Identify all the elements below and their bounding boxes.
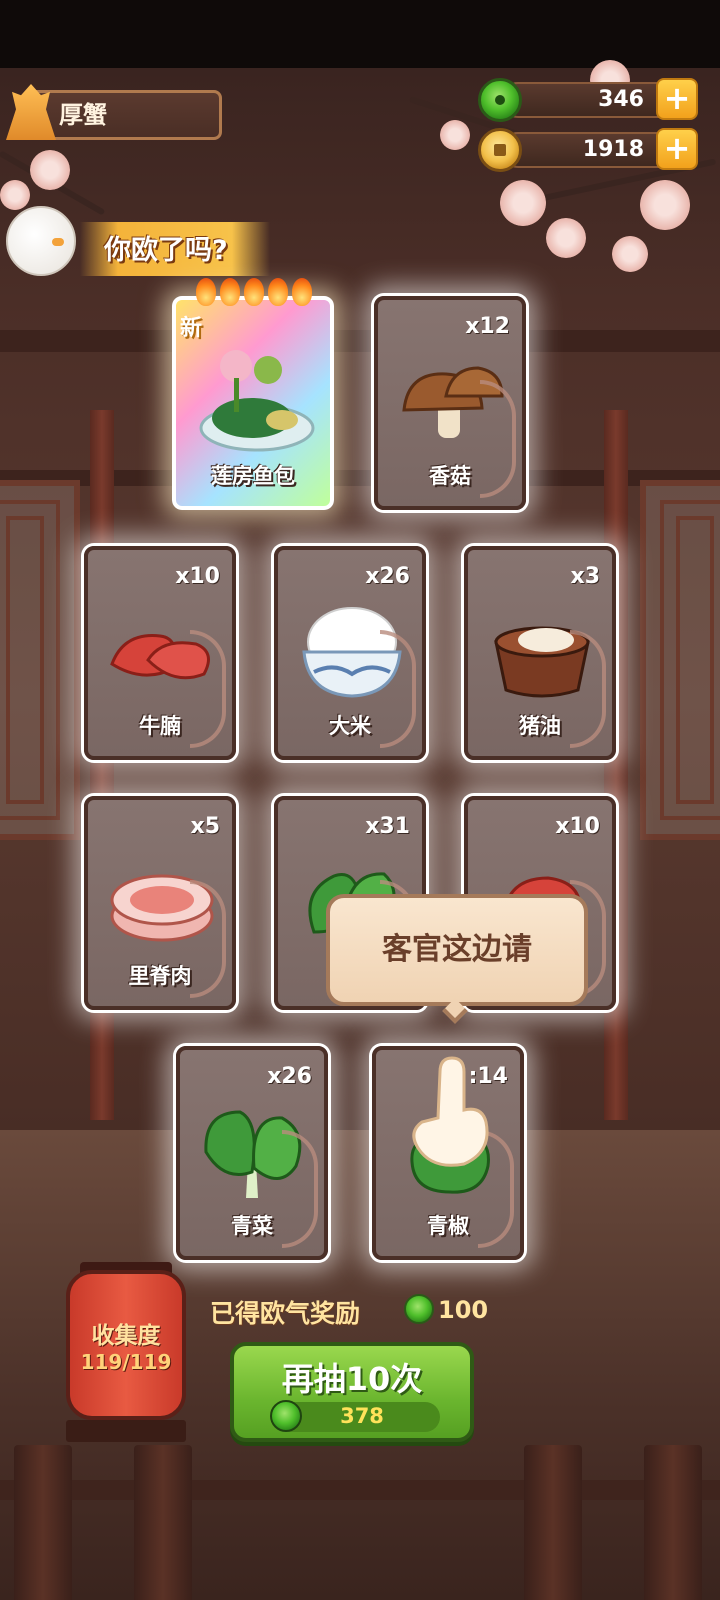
jade-icon (270, 1400, 302, 1432)
tooltip-text: 客官这边请 (382, 932, 532, 967)
card-count: x3 (570, 564, 601, 589)
new-badge: 新 (180, 316, 203, 341)
collection-title: 收集度 (91, 1323, 161, 1349)
chick-mascot-icon (6, 206, 76, 276)
card-count: x26 (267, 1064, 312, 1089)
card-beef-brisket[interactable]: x10 牛腩 (84, 546, 236, 760)
background-fence-post (524, 1445, 582, 1600)
bok-choy-icon (204, 1110, 302, 1198)
player-name-plate[interactable]: 厚蟹 (26, 90, 222, 140)
card-label: 青菜 (231, 1214, 273, 1238)
card-count: x12 (465, 314, 510, 339)
background-fence-rail (0, 1480, 720, 1500)
rarity-flame-icon (196, 278, 216, 306)
game-screen: 厚蟹 346 + 1918 + 你欧了吗? 莲房鱼包 新 x12 香菇 x10 … (0, 0, 720, 1600)
background-lattice-window (0, 480, 80, 840)
card-mushroom[interactable]: x12 香菇 (374, 296, 526, 510)
card-tenderloin[interactable]: x5 里脊肉 (84, 796, 236, 1010)
lard-icon (494, 626, 590, 698)
background-fence-post (14, 1445, 72, 1600)
background-beam (0, 330, 720, 352)
lotus-fish-dish-icon (199, 350, 315, 452)
card-rice[interactable]: x26 大米 (274, 546, 426, 760)
card-label: 牛腩 (139, 714, 181, 738)
gold-amount: 1918 (582, 137, 644, 162)
draw-button-label: 再抽10次 (281, 1360, 423, 1398)
card-label: 青椒 (427, 1214, 469, 1238)
rarity-flame-icon (220, 278, 240, 306)
tenderloin-icon (110, 874, 214, 942)
card-count: x10 (555, 814, 600, 839)
add-jade-button[interactable]: + (656, 78, 698, 120)
card-bok-choy[interactable]: x26 青菜 (176, 1046, 328, 1260)
pointing-hand-icon (412, 1056, 489, 1167)
rarity-flame-icon (268, 278, 288, 306)
card-lard[interactable]: x3 猪油 (464, 546, 616, 760)
card-label: 大米 (329, 714, 371, 738)
blossom (612, 236, 648, 272)
card-count: x26 (365, 564, 410, 589)
card-count: x5 (190, 814, 221, 839)
add-gold-button[interactable]: + (656, 128, 698, 170)
draw-cost: 378 (340, 1404, 384, 1428)
collection-progress: 119/119 (80, 1350, 172, 1374)
tutorial-tooltip: 客官这边请 (326, 894, 588, 1006)
jade-icon (404, 1294, 434, 1324)
background-fence-post (134, 1445, 192, 1600)
status-bar (0, 0, 720, 68)
background-pillar (90, 410, 114, 1120)
blossom (546, 218, 586, 258)
beef-brisket-icon (110, 634, 210, 680)
blossom (500, 180, 546, 226)
lantern-stand (66, 1420, 186, 1442)
blossom (30, 150, 70, 190)
blossom (0, 180, 30, 210)
card-label: 里脊肉 (128, 964, 192, 988)
background-fence-post (644, 1445, 702, 1600)
jade-icon (478, 78, 522, 122)
rarity-flame-icon (244, 278, 264, 306)
blossom (640, 180, 690, 230)
mushroom-icon (402, 366, 504, 438)
gold-coin-icon (478, 128, 522, 172)
reward-value: 100 (438, 1296, 489, 1324)
draw-10-again-button[interactable]: 再抽10次 378 (230, 1342, 474, 1442)
card-count: x10 (175, 564, 220, 589)
background-lattice-window (640, 480, 720, 840)
player-name: 厚蟹 (59, 101, 107, 129)
card-label: 香菇 (429, 464, 471, 488)
background-pillar (604, 410, 628, 1120)
blossom (440, 120, 470, 150)
card-count: x31 (365, 814, 410, 839)
rarity-flame-icon (292, 278, 312, 306)
reward-label: 已得欧气奖励 (210, 1299, 361, 1328)
rice-bowl-icon (302, 607, 402, 698)
jade-amount: 346 (598, 87, 644, 112)
card-label: 猪油 (519, 714, 561, 738)
featured-card-label: 莲房鱼包 (211, 464, 295, 488)
banner-text: 你欧了吗? (104, 235, 228, 266)
